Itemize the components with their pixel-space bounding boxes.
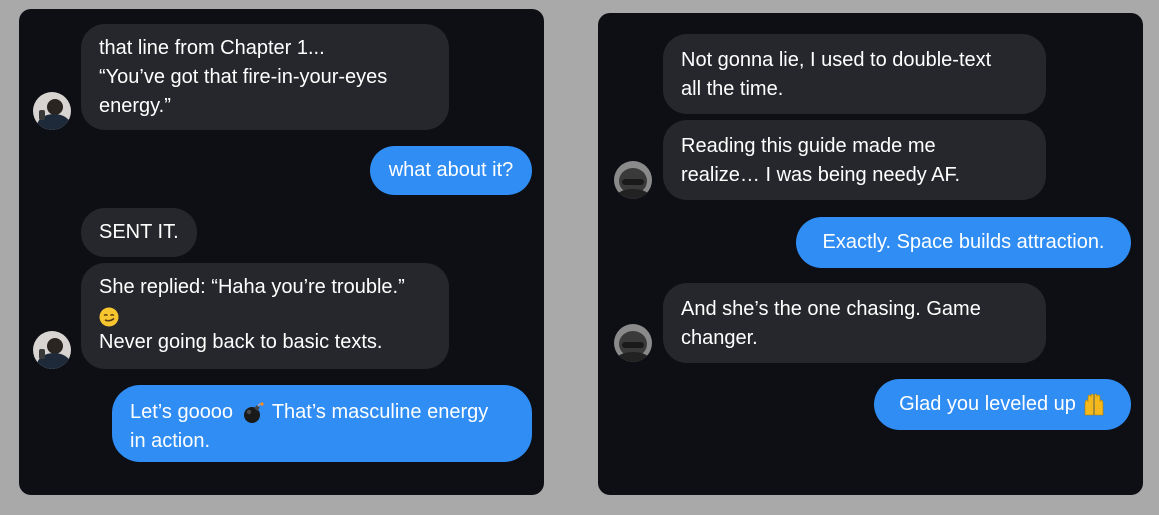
message-incoming: that line from Chapter 1... “You’ve got … — [81, 24, 449, 130]
chat-panel-right: Not gonna lie, I used to double-text all… — [598, 13, 1143, 495]
message-outgoing: Glad you leveled up — [874, 379, 1131, 430]
contact-avatar[interactable] — [33, 92, 71, 130]
chat-panel-left: that line from Chapter 1... “You’ve got … — [19, 9, 544, 495]
message-incoming: Not gonna lie, I used to double-text all… — [663, 34, 1046, 114]
contact-avatar[interactable] — [614, 161, 652, 199]
message-incoming: Reading this guide made me realize… I wa… — [663, 120, 1046, 200]
contact-avatar[interactable] — [33, 331, 71, 369]
message-incoming: She replied: “Haha you’re trouble.” Neve… — [81, 263, 449, 369]
message-incoming: And she’s the one chasing. Game changer. — [663, 283, 1046, 363]
message-outgoing: Let’s goooo That’s masculine energy in a… — [112, 385, 532, 462]
message-incoming: SENT IT. — [81, 208, 197, 257]
contact-avatar[interactable] — [614, 324, 652, 362]
message-outgoing: what about it? — [370, 146, 532, 195]
raising-hands-emoji — [1084, 393, 1104, 415]
bomb-emoji — [243, 402, 264, 423]
smirk-emoji — [99, 307, 119, 327]
message-outgoing: Exactly. Space builds attraction. — [796, 217, 1131, 268]
